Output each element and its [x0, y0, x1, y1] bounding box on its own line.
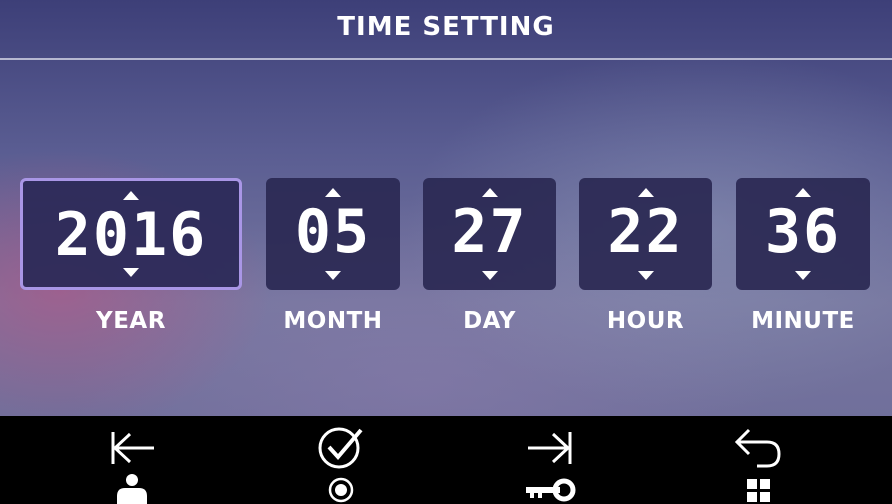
year-label: YEAR [96, 308, 166, 334]
decrement-icon[interactable] [637, 271, 654, 280]
minute-label: MINUTE [751, 308, 855, 334]
minute-spinner[interactable]: 36 [736, 178, 870, 290]
day-spinner[interactable]: 27 [423, 178, 556, 290]
month-spinner[interactable]: 05 [266, 178, 400, 290]
hour-label: HOUR [606, 308, 685, 334]
month-value: 05 [294, 197, 372, 267]
day-label: DAY [463, 308, 516, 334]
increment-icon[interactable] [325, 188, 341, 197]
increment-icon[interactable] [637, 188, 654, 197]
hour-spinner[interactable]: 22 [579, 178, 712, 290]
next-button[interactable] [518, 424, 582, 504]
record-icon [328, 477, 354, 503]
confirm-button[interactable] [309, 424, 373, 504]
decrement-icon[interactable] [795, 271, 811, 280]
year-spinner[interactable]: 2016 [20, 178, 242, 290]
grid-icon [747, 479, 770, 502]
minute-value: 36 [764, 197, 842, 267]
year-value: 2016 [54, 200, 208, 270]
increment-icon[interactable] [481, 188, 498, 197]
user-icon [117, 474, 147, 504]
page-title: TIME SETTING [337, 12, 555, 42]
back-button[interactable] [727, 424, 791, 504]
decrement-icon[interactable] [123, 268, 139, 277]
header: TIME SETTING [0, 0, 892, 60]
increment-icon[interactable] [795, 188, 811, 197]
decrement-icon[interactable] [481, 271, 498, 280]
key-icon [526, 478, 576, 502]
increment-icon[interactable] [123, 191, 139, 200]
month-label: MONTH [283, 308, 383, 334]
previous-button[interactable] [100, 424, 164, 504]
time-setting-screen: TIME SETTING 2016 YEAR 05 MONTH 27 DAY 2… [0, 0, 892, 504]
hour-value: 22 [607, 197, 684, 267]
day-value: 27 [451, 197, 528, 267]
decrement-icon[interactable] [325, 271, 341, 280]
